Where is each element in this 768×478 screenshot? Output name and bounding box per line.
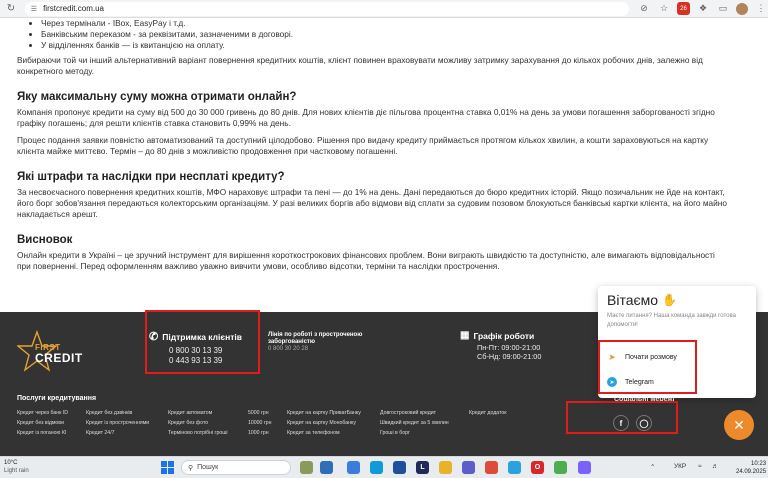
service-link[interactable]: 10000 грн <box>248 418 272 428</box>
schedule-weekdays: Пн-Пт: 09:00-21:00 <box>477 343 541 352</box>
files-app-icon[interactable] <box>347 461 360 474</box>
start-button-icon[interactable] <box>161 461 174 474</box>
services-title: Послуги кредитування <box>17 395 97 402</box>
service-link[interactable]: Кредит без відмови <box>17 418 68 428</box>
highlight-box-social <box>566 401 678 434</box>
chat-subtitle: Маєте питання? Наша команда завжди готов… <box>607 313 736 328</box>
chat-close-button[interactable]: ✕ <box>724 410 754 440</box>
browser-toolbar: ↻ ☰ firstcredit.com.ua ⊘ ☆ 26 ❖ ▭ ⋮ <box>0 0 768 18</box>
edge-browser-icon[interactable] <box>370 461 383 474</box>
chrome-browser-icon[interactable] <box>485 461 498 474</box>
payment-methods-list: Через термінали - IBox, EasyPay і т.д. Б… <box>17 18 727 51</box>
service-link[interactable]: 1000 грн <box>248 428 272 438</box>
schedule-weekend: Сб-Нд: 09:00-21:00 <box>477 352 542 361</box>
extension-badge-icon[interactable]: 26 <box>677 2 690 15</box>
file-explorer-icon[interactable] <box>439 461 452 474</box>
debt-line-title: Лінія по роботі з простроченою заборгова… <box>268 332 363 345</box>
paragraph: Процес подання заявки повністю автоматиз… <box>17 135 709 156</box>
eye-off-icon[interactable]: ⊘ <box>637 2 651 16</box>
opera-browser-icon[interactable]: O <box>531 461 544 474</box>
paragraph: Компанія пропонує кредити на суму від 50… <box>17 107 715 128</box>
waving-hand-icon: ✋ <box>662 293 677 307</box>
weather-widget[interactable]: 10°C Light rain <box>4 459 29 475</box>
weather-condition: Light rain <box>4 468 29 474</box>
services-column: Кредит додаток <box>469 408 507 418</box>
system-clock[interactable]: 10:23 24.09.2025 <box>736 460 766 476</box>
keyboard-language[interactable]: УКР <box>674 463 686 470</box>
site-info-icon[interactable]: ☰ <box>31 5 37 13</box>
services-column: Довгостроковий кредит Швидкий кредит за … <box>380 408 449 438</box>
telegram-taskbar-icon[interactable] <box>508 461 521 474</box>
service-link[interactable]: Кредит автоматом <box>168 408 228 418</box>
service-link[interactable]: Кредит із простроченнями <box>86 418 149 428</box>
service-link[interactable]: 5000 грн <box>248 408 272 418</box>
weather-temp: 10°C <box>4 460 18 466</box>
schedule-title: Графік роботи <box>473 330 535 341</box>
l-app-icon[interactable]: L <box>416 461 429 474</box>
clock-date: 24.09.2025 <box>736 469 767 475</box>
bookmark-star-icon[interactable]: ☆ <box>657 2 671 16</box>
address-bar[interactable]: ☰ firstcredit.com.ua <box>24 1 629 16</box>
taskview-icon[interactable] <box>320 461 333 474</box>
paragraph: За несвоєчасного повернення кредитних ко… <box>17 187 727 219</box>
list-item: У відділеннях банків — із квитанцією на … <box>41 40 727 51</box>
paragraph: Онлайн кредити в Україні – це зручний ін… <box>17 250 715 271</box>
wifi-icon[interactable]: ≈ <box>698 463 702 470</box>
calendar-icon: ▦ <box>460 330 470 341</box>
service-link[interactable]: Кредит на картку Монобанку <box>287 418 361 428</box>
service-link[interactable]: Швидкий кредит за 5 хвилин <box>380 418 449 428</box>
chat-greeting: Вітаємо <box>607 292 659 308</box>
volume-icon[interactable]: ♬ <box>712 463 719 470</box>
store-app-icon[interactable] <box>393 461 406 474</box>
services-column: Кредит на картку ПриватБанку Кредит на к… <box>287 408 361 438</box>
article-content: Через термінали - IBox, EasyPay і т.д. Б… <box>17 18 727 272</box>
service-link[interactable]: Кредит через банк ID <box>17 408 68 418</box>
services-column: 5000 грн 10000 грн 1000 грн <box>248 408 272 438</box>
service-link[interactable]: Кредит без дзвінків <box>86 408 149 418</box>
viber-app-icon[interactable] <box>578 461 591 474</box>
services-column: Кредит без дзвінків Кредит із прострочен… <box>86 408 149 438</box>
search-placeholder: Пошук <box>197 464 219 471</box>
list-item: Через термінали - IBox, EasyPay і т.д. <box>41 18 727 29</box>
windows-taskbar: 10°C Light rain ⚲ Пошук L O ⌃ УКР ≈ ♬ 10… <box>0 456 768 478</box>
torrent-app-icon[interactable] <box>554 461 567 474</box>
service-link[interactable]: Кредит 24/7 <box>86 428 149 438</box>
list-item: Банківським переказом - за реквізитами, … <box>41 29 727 40</box>
teams-icon[interactable] <box>462 461 475 474</box>
service-link[interactable]: Кредит без фото <box>168 418 228 428</box>
highlight-box-support <box>145 310 260 374</box>
sidepanel-icon[interactable]: ▭ <box>716 2 730 16</box>
widgets-app-icon[interactable] <box>300 461 313 474</box>
reload-icon[interactable]: ↻ <box>3 1 19 17</box>
service-link[interactable]: Кредит із поганою КІ <box>17 428 68 438</box>
tray-chevron-icon[interactable]: ⌃ <box>650 463 655 471</box>
clock-time: 10:23 <box>751 461 767 467</box>
taskbar-search[interactable]: ⚲ Пошук <box>181 460 291 475</box>
logo-credit-text: CREDIT <box>35 351 83 365</box>
schedule-block: ▦ Графік роботи Пн-Пт: 09:00-21:00 Сб-Нд… <box>460 330 560 361</box>
highlight-box-chat <box>598 340 697 394</box>
section-heading: Висновок <box>17 234 73 246</box>
service-link[interactable]: Довгостроковий кредит <box>380 408 449 418</box>
service-link[interactable]: Кредит додаток <box>469 408 507 418</box>
section-heading: Яку максимальну суму можна отримати онла… <box>17 91 297 103</box>
profile-avatar[interactable] <box>736 2 748 15</box>
url-text: firstcredit.com.ua <box>43 4 104 13</box>
firstcredit-logo[interactable]: FIRST CREDIT <box>17 330 87 374</box>
menu-icon[interactable]: ⋮ <box>754 2 768 16</box>
service-link[interactable]: Кредит на картку ПриватБанку <box>287 408 361 418</box>
debt-line-block: Лінія по роботі з простроченою заборгова… <box>268 332 388 353</box>
search-icon: ⚲ <box>188 464 194 472</box>
service-link[interactable]: Кредит за телефоном <box>287 428 361 438</box>
services-column: Кредит автоматом Кредит без фото Терміно… <box>168 408 228 438</box>
extensions-puzzle-icon[interactable]: ❖ <box>696 2 710 16</box>
section-heading: Які штрафи та наслідки при несплаті кред… <box>17 171 285 183</box>
paragraph: Вибираючи той чи інший альтернативний ва… <box>17 55 703 76</box>
debt-line-phone[interactable]: 0 800 30 20 28 <box>268 346 388 353</box>
services-column: Кредит через банк ID Кредит без відмови … <box>17 408 68 438</box>
service-link[interactable]: Гроші в борг <box>380 428 449 438</box>
service-link[interactable]: Терміново потрібні гроші <box>168 428 228 438</box>
